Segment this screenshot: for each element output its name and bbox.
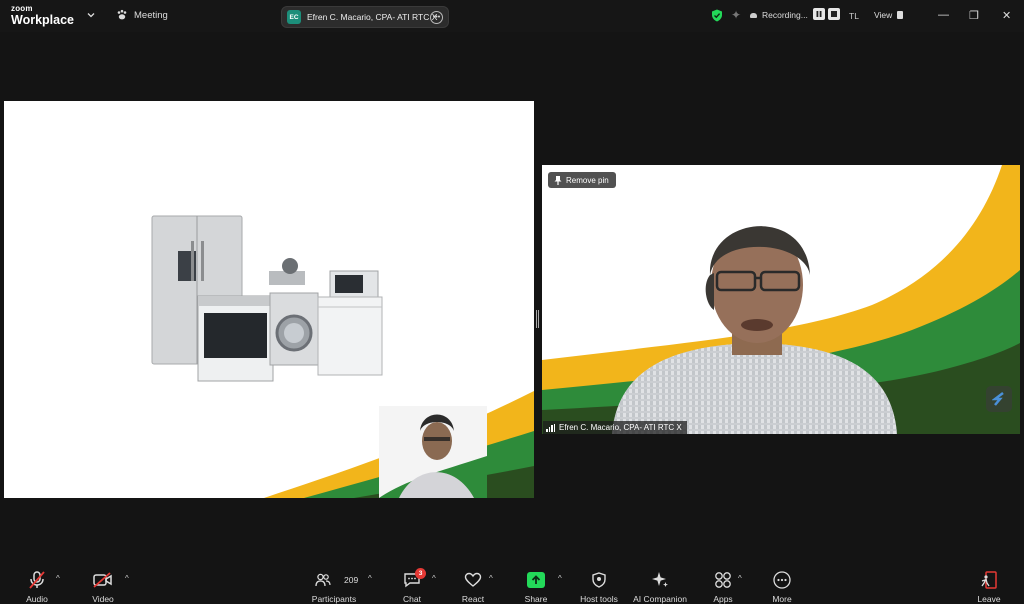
share-arrow-icon	[527, 572, 545, 588]
ai-companion-label: AI Companion	[633, 594, 687, 604]
audio-options-caret[interactable]: ^	[56, 574, 60, 583]
apps-button[interactable]: Apps	[709, 563, 737, 604]
pause-icon[interactable]	[813, 8, 825, 20]
chat-unread-badge: 3	[415, 568, 426, 579]
participants-icon	[315, 573, 331, 587]
logo-line-2: Workplace	[11, 13, 74, 27]
pane-splitter[interactable]	[536, 310, 539, 328]
slide-appliances-image	[4, 101, 534, 498]
shared-screen	[4, 101, 534, 498]
speaker-video[interactable]	[542, 165, 1020, 434]
speaker-video-frame	[542, 165, 1020, 434]
chat-label: Chat	[403, 594, 421, 604]
heart-icon	[464, 572, 482, 587]
react-label: React	[461, 594, 485, 604]
avatar: EC	[287, 10, 301, 24]
video-label: Video	[92, 594, 114, 604]
apps-label: Apps	[713, 594, 733, 604]
recording-label: Recording...	[762, 10, 808, 20]
meeting-label: Meeting	[134, 9, 168, 21]
view-label: View	[874, 10, 893, 20]
restore-icon[interactable]: ❐	[969, 9, 979, 22]
language-indicator[interactable]: TL	[849, 11, 859, 21]
meeting-toolbar: Audio ^ Video ^ Participants 209 ^ Chat …	[0, 563, 1024, 604]
host-tools-label: Host tools	[580, 594, 618, 604]
more-dots-icon	[773, 571, 791, 589]
recording-status: Recording...	[750, 10, 808, 20]
audio-label: Audio	[26, 594, 48, 604]
host-tools-shield-icon	[592, 572, 606, 588]
view-icon	[897, 11, 904, 19]
participants-options-caret[interactable]: ^	[368, 574, 372, 583]
cloud-record-icon	[750, 12, 757, 18]
chat-options-caret[interactable]: ^	[432, 574, 436, 583]
speaker-name: Efren C. Macario, CPA- ATI RTC X	[559, 423, 682, 432]
zoom-logo: zoom Workplace	[11, 5, 74, 27]
speaker-name-tag: Efren C. Macario, CPA- ATI RTC X	[543, 421, 687, 434]
video-off-icon	[93, 572, 112, 588]
host-name: Efren C. Macario, CPA- ATI RTC X	[307, 12, 438, 22]
meeting-menu[interactable]: Meeting	[116, 9, 168, 21]
leave-button[interactable]: Leave	[975, 563, 1003, 604]
share-button[interactable]: Share	[521, 563, 551, 604]
react-button[interactable]: React	[458, 563, 488, 604]
recording-controls	[813, 8, 840, 20]
leave-door-icon	[981, 571, 997, 589]
share-label: Share	[524, 594, 548, 604]
active-speaker-pill[interactable]: EC Efren C. Macario, CPA- ATI RTC X •••	[281, 6, 449, 28]
leave-label: Leave	[977, 594, 1001, 604]
participants-count: 209	[344, 575, 359, 585]
view-button[interactable]: View	[874, 10, 904, 20]
video-button[interactable]: Video	[88, 563, 118, 604]
audio-button[interactable]: Audio	[22, 563, 52, 604]
remove-pin-label: Remove pin	[566, 175, 609, 185]
paw-icon	[117, 9, 127, 20]
video-options-caret[interactable]: ^	[125, 574, 129, 583]
more-button[interactable]: More	[767, 563, 797, 604]
ai-companion-button[interactable]: AI Companion	[631, 563, 689, 604]
chevron-down-icon[interactable]	[86, 10, 96, 20]
title-bar: zoom Workplace Meeting EC Efren C. Macar…	[0, 0, 1024, 32]
shield-check-icon[interactable]	[711, 9, 723, 22]
stop-icon[interactable]	[828, 8, 840, 20]
apps-icon	[715, 572, 731, 588]
app-logo-icon[interactable]	[986, 386, 1012, 412]
more-label: More	[772, 594, 792, 604]
share-options-caret[interactable]: ^	[558, 574, 562, 583]
participants-label: Participants	[311, 594, 357, 604]
signal-bars-icon	[546, 423, 555, 432]
more-icon[interactable]: •••	[430, 11, 443, 24]
react-options-caret[interactable]: ^	[489, 574, 493, 583]
ai-sparkle-icon	[652, 572, 668, 587]
remove-pin-button[interactable]: Remove pin	[548, 172, 616, 188]
mic-muted-icon	[29, 571, 45, 589]
pin-icon	[554, 175, 562, 185]
apps-options-caret[interactable]: ^	[738, 574, 742, 583]
host-tools-button[interactable]: Host tools	[577, 563, 621, 604]
close-icon[interactable]: ✕	[1002, 9, 1011, 22]
minimize-icon[interactable]: —	[938, 9, 949, 21]
logo-line-1: zoom	[11, 4, 33, 13]
sparkle-icon[interactable]: ✦	[731, 8, 741, 22]
